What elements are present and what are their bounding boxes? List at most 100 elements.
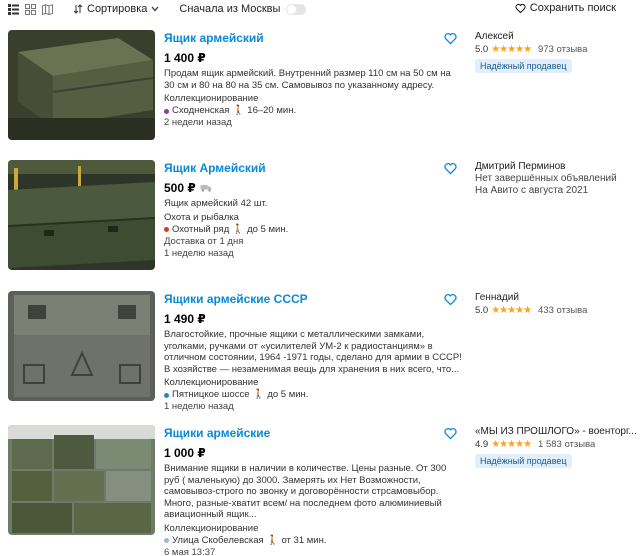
delivery-truck-icon	[200, 185, 212, 192]
view-switcher	[8, 3, 53, 15]
price-value: 500 ₽	[164, 181, 196, 195]
seller-name[interactable]: «МЫ ИЗ ПРОШЛОГО» - военторг...	[475, 425, 640, 438]
moscow-first-toggle-row: Сначала из Москвы	[179, 3, 307, 15]
metro-distance: от 31 мин.	[281, 534, 327, 546]
seller-block: Дмитрий Перминов Нет завершённых объявле…	[475, 160, 640, 197]
seller-rating: 5.0 ★★★★★ 973 отзыва	[475, 43, 640, 56]
metro-distance: до 5 мин.	[267, 389, 309, 400]
moscow-first-toggle[interactable]	[286, 3, 307, 15]
favorite-heart-icon[interactable]	[444, 162, 457, 175]
listing-card[interactable]: Ящики армейские 1 000 ₽ Внимание ящики в…	[8, 425, 640, 556]
listing-title[interactable]: Ящики армейские СССР	[164, 291, 464, 307]
rating-stars: ★★★★★	[491, 44, 532, 55]
seller-name[interactable]: Алексей	[475, 30, 640, 43]
rating-stars: ★★★★★	[491, 305, 532, 316]
metro-distance: до 5 мин.	[247, 223, 289, 235]
listing-card[interactable]: Ящики армейские СССР 1 490 ₽ Влагостойки…	[8, 291, 640, 413]
listing-info: Ящик армейский 1 400 ₽ Продам ящик армей…	[164, 30, 464, 129]
walking-icon: 🚶	[252, 389, 265, 400]
reviews-count[interactable]: 1 583 отзыва	[538, 438, 595, 451]
favorite-heart-icon[interactable]	[444, 427, 457, 440]
reliable-seller-badge: Надёжный продавец	[475, 454, 572, 468]
metro-line-dot	[164, 227, 169, 232]
listing-title[interactable]: Ящики армейские	[164, 425, 464, 441]
listing-price: 500 ₽	[164, 180, 464, 196]
metro-station: Пятницкое шоссе	[172, 389, 250, 400]
metro-station: Охотный ряд	[172, 223, 230, 235]
listing-metro: Сходненская 🚶 16–20 мин.	[164, 105, 464, 117]
save-search-label: Сохранить поиск	[529, 2, 616, 14]
seller-name[interactable]: Геннадий	[475, 291, 640, 304]
sort-arrows-icon	[73, 4, 83, 14]
listing-info: Ящики армейские 1 000 ₽ Внимание ящики в…	[164, 425, 464, 556]
price-value: 1 490 ₽	[164, 312, 206, 326]
rating-stars: ★★★★★	[491, 439, 532, 450]
listing-description: Внимание ящики в наличии в количестве. Ц…	[164, 463, 447, 520]
reviews-count[interactable]: 973 отзыва	[538, 43, 587, 56]
map-view-icon[interactable]	[42, 3, 53, 15]
save-search-button[interactable]: Сохранить поиск	[515, 2, 616, 14]
sort-dropdown[interactable]: Сортировка	[73, 3, 159, 15]
favorite-heart-icon[interactable]	[444, 32, 457, 45]
delivery-info: Доставка от 1 дня	[164, 235, 244, 247]
listing-description: Влагостойкие, прочные ящики с металличес…	[164, 329, 462, 375]
listing-price: 1 400 ₽	[164, 50, 464, 66]
rating-value: 4.9	[475, 439, 489, 450]
walking-icon: 🚶	[232, 105, 245, 116]
listing-posted: 1 неделю назад	[164, 247, 234, 259]
walking-icon: 🚶	[266, 534, 279, 546]
listing-description: Продам ящик армейский. Внутренний размер…	[164, 68, 451, 91]
listing-price: 1 490 ₽	[164, 311, 464, 327]
seller-block: Геннадий 5.0 ★★★★★ 433 отзыва	[475, 291, 640, 317]
metro-line-dot	[164, 392, 169, 398]
listing-photo[interactable]	[8, 160, 155, 270]
listing-posted: 2 недели назад	[164, 117, 232, 128]
moscow-first-label: Сначала из Москвы	[179, 3, 281, 15]
metro-line-dot	[164, 538, 169, 543]
listing-photo[interactable]	[8, 30, 155, 140]
listing-metro: Пятницкое шоссе 🚶 до 5 мин.	[164, 389, 464, 401]
reviews-count[interactable]: 433 отзыва	[538, 304, 587, 317]
listing-metro: Улица Скобелевская 🚶 от 31 мин.	[164, 535, 464, 547]
rating-value: 5.0	[475, 44, 489, 55]
listing-card[interactable]: Ящик Армейский 500 ₽ Ящик армейский 42 ш…	[8, 160, 640, 280]
listing-posted: 1 неделю назад	[164, 401, 234, 412]
sort-label: Сортировка	[87, 3, 148, 15]
metro-distance: 16–20 мин.	[247, 105, 297, 116]
listing-title[interactable]: Ящик Армейский	[164, 160, 464, 176]
reliable-seller-badge: Надёжный продавец	[475, 59, 572, 73]
seller-since: На Авито с августа 2021	[475, 185, 589, 196]
seller-block: «МЫ ИЗ ПРОШЛОГО» - военторг... 4.9 ★★★★★…	[475, 425, 640, 468]
chevron-down-icon	[151, 6, 159, 12]
seller-rating: 5.0 ★★★★★ 433 отзыва	[475, 304, 640, 317]
listing-info: Ящик Армейский 500 ₽ Ящик армейский 42 ш…	[164, 160, 464, 260]
listing-posted: 6 мая 13:37	[164, 546, 216, 556]
rating-value: 5.0	[475, 305, 489, 316]
listing-photo[interactable]	[8, 425, 155, 535]
listing-description: Ящик армейский 42 шт.	[164, 198, 268, 209]
toolbar: Сортировка Сначала из Москвы Сохранить п…	[0, 0, 640, 18]
walking-icon: 🚶	[232, 223, 245, 235]
seller-completed-ads: Нет завершённых объявлений	[475, 173, 617, 184]
metro-station: Улица Скобелевская	[172, 534, 264, 546]
listing-category: Коллекционирование	[164, 93, 259, 104]
metro-line-dot	[164, 108, 169, 114]
listing-card[interactable]: Ящик армейский 1 400 ₽ Продам ящик армей…	[8, 30, 640, 150]
seller-block: Алексей 5.0 ★★★★★ 973 отзыва Надёжный пр…	[475, 30, 640, 73]
price-value: 1 000 ₽	[164, 446, 206, 460]
grid-view-icon[interactable]	[25, 3, 36, 15]
listing-metro: Охотный ряд 🚶 до 5 мин.	[164, 224, 464, 236]
price-value: 1 400 ₽	[164, 51, 206, 65]
listing-price: 1 000 ₽	[164, 445, 464, 461]
seller-rating: 4.9 ★★★★★ 1 583 отзыва	[475, 438, 640, 451]
heart-outline-icon	[515, 3, 526, 13]
favorite-heart-icon[interactable]	[444, 293, 457, 306]
listing-category: Коллекционирование	[164, 377, 259, 388]
listing-info: Ящики армейские СССР 1 490 ₽ Влагостойки…	[164, 291, 464, 413]
listing-title[interactable]: Ящик армейский	[164, 30, 464, 46]
seller-name[interactable]: Дмитрий Перминов	[475, 160, 640, 173]
listing-category: Охота и рыбалка	[164, 211, 239, 223]
list-view-icon[interactable]	[8, 3, 19, 15]
listing-photo[interactable]	[8, 291, 155, 401]
listing-category: Коллекционирование	[164, 522, 259, 534]
